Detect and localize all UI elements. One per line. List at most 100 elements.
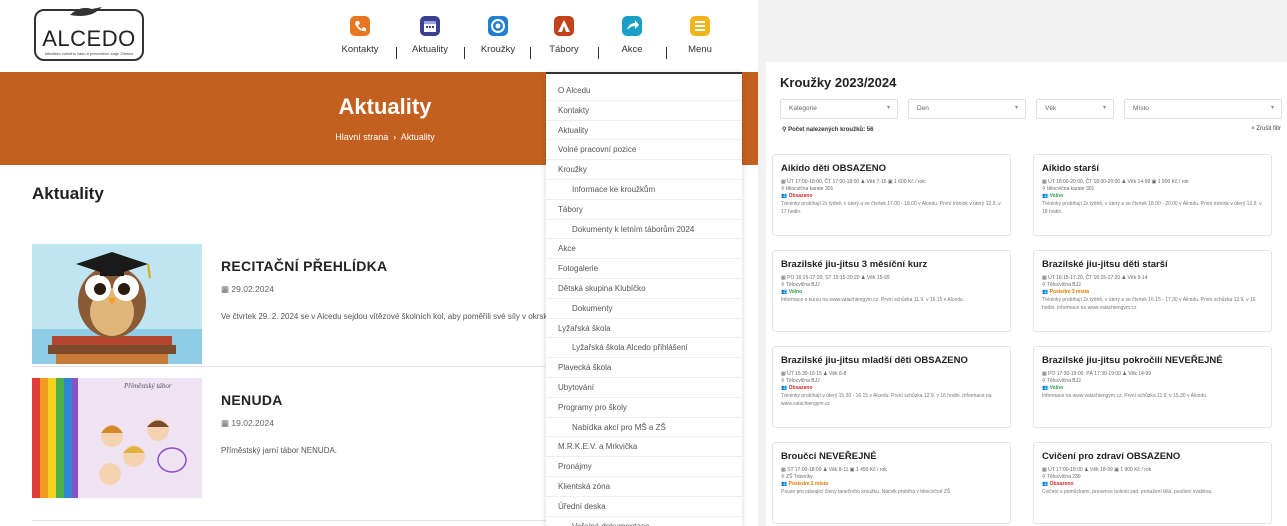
krouzek-card[interactable]: Broučci NEVEŘEJNÉ ▦ ST 17:00-18:00 ♟ Věk … [772,442,1011,524]
menu-item[interactable]: Klientská zóna [558,482,610,491]
article-title[interactable]: RECITAČNÍ PŘEHLÍDKA [221,258,387,274]
menu-subitem[interactable]: Dokumenty [572,304,612,313]
chevron-down-icon: ▾ [1270,105,1274,111]
nav-akce[interactable]: Akce [602,14,662,55]
krouzek-schedule: ▦ PO 17:30-19:00, PÁ 17:30-19:00 ♟ Věk 1… [1042,371,1151,377]
owl-illustration-icon[interactable] [32,244,202,364]
krouzek-description: Informace o kurzu na www.valachiengym.cz… [781,297,965,303]
breadcrumb-home-link[interactable]: Hlavní strana [335,132,388,142]
menu-divider [546,337,742,339]
nav-tabory[interactable]: Tábory [534,14,594,55]
menu-icon [690,16,710,36]
krouzek-card[interactable]: Aikido děti OBSAZENO ▦ ÚT 17:00-18:00, ČT… [772,154,1011,236]
menu-divider [546,159,742,161]
menu-item[interactable]: Plavecká škola [558,363,611,372]
menu-item[interactable]: Kroužky [558,165,587,174]
nav-kontakty[interactable]: Kontakty [330,14,390,55]
people-icon: 👥 [781,385,788,391]
filter-den[interactable]: Den ▾ [908,99,1026,119]
krouzek-card[interactable]: Cvičení pro zdraví OBSAZENO ▦ ÚT 17:00-18… [1033,442,1272,524]
people-icon: 👥 [781,193,788,199]
article-item[interactable]: RECITAČNÍ PŘEHLÍDKA ▦ 29.02.2024 Ve čtvr… [32,244,592,364]
nav-menu[interactable]: Menu [670,14,730,55]
menu-item[interactable]: Volné pracovní pozice [558,145,636,154]
menu-subitem[interactable]: Informace ke kroužkům [572,185,655,194]
menu-subitem[interactable]: Dokumenty k letním táborům 2024 [572,225,694,234]
krouzek-status-badge: 👥 Obsazeno [1042,481,1074,487]
krouzek-schedule: ▦ PO 16:15-17:20, ST 19:15-20:20 ♟ Věk 1… [781,275,890,281]
krouzek-description: Informace na www.valachiengym.cz. První … [1042,393,1208,399]
chevron-down-icon: ▾ [886,105,890,111]
filter-label: Den [917,105,929,112]
filter-kategorie[interactable]: Kategorie ▾ [780,99,898,119]
nav-label: Kontakty [341,44,379,55]
menu-item[interactable]: Kontakty [558,106,589,115]
calendar-icon [420,16,440,36]
menu-divider [546,139,742,141]
krouzek-card[interactable]: Brazilské jiu-jitsu 3 měsíční kurz ▦ PO 1… [772,250,1011,332]
article-title[interactable]: NENUDA [221,392,283,408]
alcedo-logo[interactable]: ALCEDO středisko volného času a preventi… [34,7,144,61]
contact-icon [350,16,370,36]
calendar-icon: ▦ [221,418,230,428]
article-item[interactable]: Příměstský tábor NENUDA ▦ 19.02.2024 Pří… [32,378,592,498]
menu-item[interactable]: Dětská skupina Klubíčko [558,284,646,293]
menu-item[interactable]: Aktuality [558,126,588,135]
krouzek-title[interactable]: Brazilské jiu-jitsu 3 měsíční kurz [781,259,927,270]
krouzek-title[interactable]: Brazilské jiu-jitsu děti starší [1042,259,1168,270]
krouzek-schedule: ▦ ÚT 17:00-18:00 ♟ Věk 18-99 ▣ 1 900 Kč … [1042,467,1152,473]
menu-subitem[interactable]: Nabídka akcí pro MŠ a ZŠ [572,423,666,432]
krouzek-status-badge: 👥 Volno [1042,385,1063,391]
krouzek-status-text: Obsazeno [788,193,813,199]
krouzek-location: ⚲ tělocvična karate 301 [1042,186,1095,192]
people-icon: 👥 [1042,193,1049,199]
article-divider [32,366,592,367]
krouzek-title[interactable]: Cvičení pro zdraví OBSAZENO [1042,451,1180,462]
krouzek-location: ⚲ Tělocvična BJJ [781,282,820,288]
menu-item[interactable]: Fotogalerie [558,264,598,273]
people-icon: 👥 [1042,481,1049,487]
krouzek-card[interactable]: Brazilské jiu-jitsu pokročilí NEVEŘEJNÉ ▦… [1033,346,1272,428]
krouzek-title[interactable]: Aikido starší [1042,163,1099,174]
article-date: ▦ 29.02.2024 [221,284,274,295]
logo-brand-text: ALCEDO [42,26,136,51]
clear-filter-button[interactable]: × Zrušit filtr [1251,126,1281,132]
filter-misto[interactable]: Místo ▾ [1124,99,1282,119]
filter-vek[interactable]: Věk ▾ [1036,99,1114,119]
menu-item[interactable]: O Alcedu [558,86,590,95]
nav-separator [598,47,599,59]
menu-subitem[interactable]: Veřejná dokumentace [572,522,649,526]
filter-label: Kategorie [789,105,817,112]
menu-divider [546,476,742,477]
people-icon: 👥 [781,481,788,487]
menu-item[interactable]: Úřední deska [558,502,606,511]
menu-subitem[interactable]: Lyžařská škola Alcedo přihlášení [572,343,688,352]
nav-aktuality[interactable]: Aktuality [400,14,460,55]
krouzek-title[interactable]: Aikido děti OBSAZENO [781,163,886,174]
krouzek-title[interactable]: Broučci NEVEŘEJNÉ [781,451,877,462]
krouzek-card[interactable]: Aikido starší ▦ ÚT 18:00-20:00, ČT 18:00-… [1033,154,1272,236]
menu-item[interactable]: Ubytování [558,383,594,392]
krouzek-description: Tréninky probíhají 2x týdně, v úterý a v… [1042,201,1262,215]
nav-krouzky[interactable]: Kroužky [468,14,528,55]
menu-item[interactable]: Programy pro školy [558,403,627,412]
menu-divider [546,436,742,438]
article-excerpt: Příměstský jarní tábor NENUDA. [221,446,338,455]
menu-item[interactable]: M.R.K.E.V. a Mrkvička [558,442,637,451]
thumbnail-caption: Příměstský tábor [124,382,172,390]
menu-item[interactable]: Pronájmy [558,462,592,471]
article-divider [32,520,592,521]
people-icon: 👥 [1042,385,1049,391]
children-illustration-icon[interactable]: Příměstský tábor [32,378,202,498]
krouzek-schedule: ▦ ÚT 16:15-17:20, ČT 16:15-17:20 ♟ Věk 9… [1042,275,1148,281]
krouzek-title[interactable]: Brazilské jiu-jitsu mladší děti OBSAZENO [781,355,968,366]
nav-label: Akce [621,44,643,55]
article-excerpt: Ve čtvrtek 29. 2. 2024 se v Alcedu sejdo… [221,312,570,321]
krouzek-card[interactable]: Brazilské jiu-jitsu děti starší ▦ ÚT 16:1… [1033,250,1272,332]
krouzek-card[interactable]: Brazilské jiu-jitsu mladší děti OBSAZENO… [772,346,1011,428]
menu-item[interactable]: Lyžařská škola [558,324,611,333]
menu-dropdown: O Alcedu Kontakty Aktuality Volné pracovní … [546,72,742,526]
menu-item[interactable]: Akce [558,244,576,253]
menu-item[interactable]: Tábory [558,205,583,214]
krouzek-title[interactable]: Brazilské jiu-jitsu pokročilí NEVEŘEJNÉ [1042,355,1223,366]
